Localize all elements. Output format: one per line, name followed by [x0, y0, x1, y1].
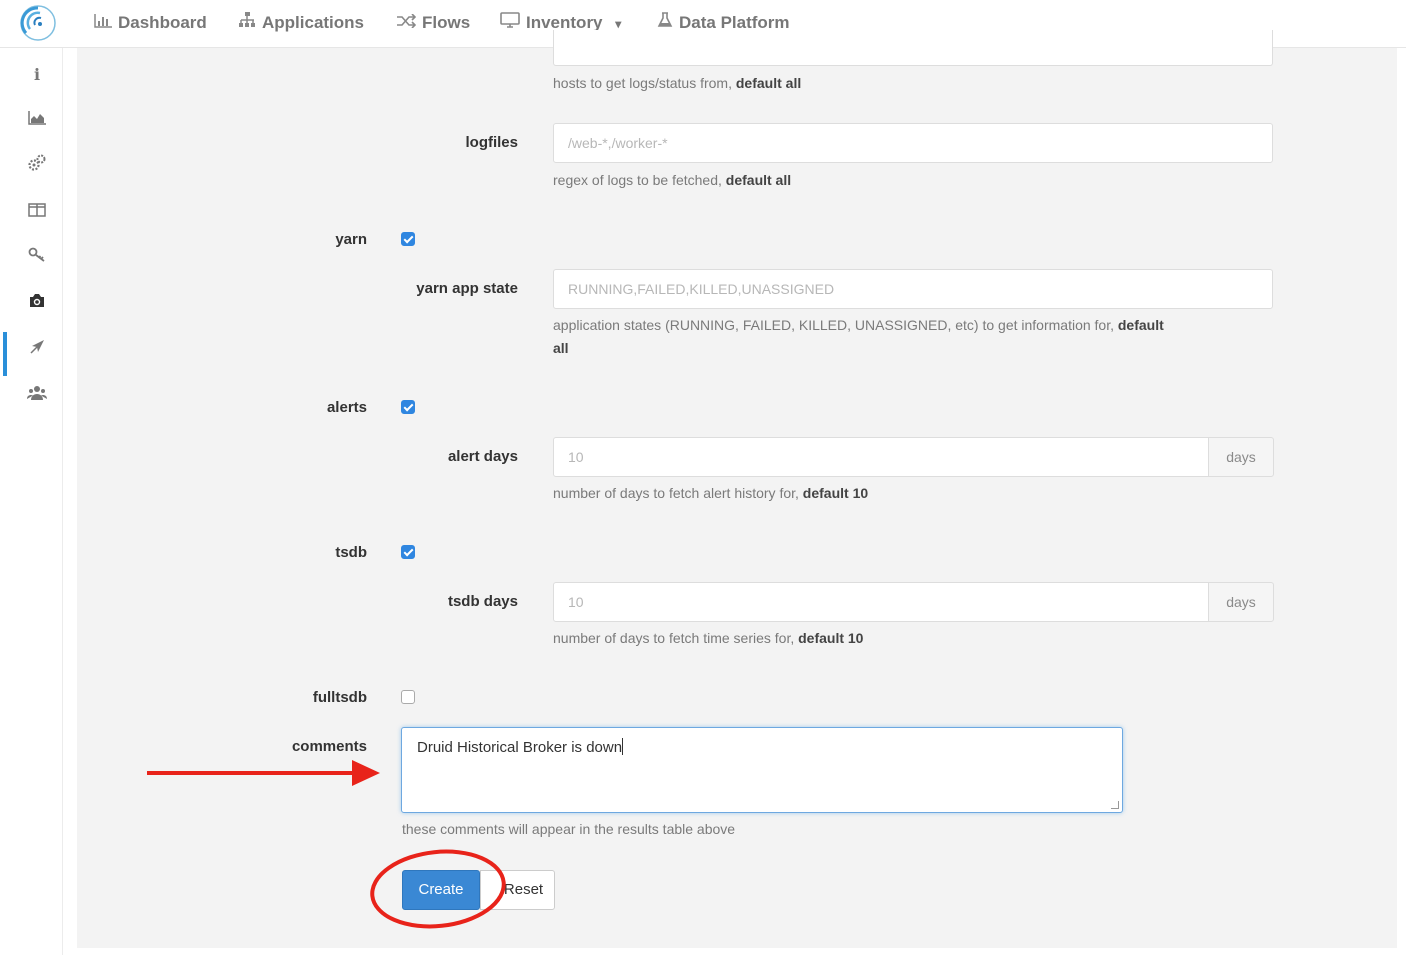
chevron-down-icon: ▾	[615, 17, 622, 31]
comments-help: these comments will appear in the result…	[402, 821, 736, 837]
alerts-checkbox[interactable]	[401, 400, 415, 414]
tsdb-days-label: tsdb days	[447, 593, 518, 610]
cogs-icon[interactable]	[22, 154, 52, 180]
comments-textarea[interactable]: Druid Historical Broker is down	[401, 727, 1123, 813]
create-button[interactable]: Create	[402, 870, 480, 910]
alert-days-input[interactable]: 10	[553, 437, 1209, 477]
comments-label: comments	[291, 738, 367, 755]
reset-button[interactable]: Reset	[480, 870, 555, 910]
nav-applications[interactable]: Applications	[238, 10, 364, 36]
logfiles-label: logfiles	[465, 134, 518, 151]
text-caret	[622, 738, 624, 755]
random-icon	[396, 10, 417, 36]
alert-days-help: number of days to fetch alert history fo…	[553, 485, 869, 501]
alert-days-addon: days	[1208, 437, 1274, 477]
nav-applications-label: Applications	[262, 13, 365, 32]
nav-dashboard[interactable]: Dashboard	[94, 10, 207, 36]
yarn-app-state-label: yarn app state	[416, 280, 518, 297]
camera-icon[interactable]	[22, 292, 52, 318]
logfiles-help: regex of logs to be fetched, default all	[553, 172, 792, 188]
alerts-label: alerts	[326, 399, 367, 416]
hosts-input[interactable]	[553, 30, 1273, 66]
rocket-icon[interactable]	[22, 338, 52, 364]
tsdb-checkbox[interactable]	[401, 545, 415, 559]
users-icon[interactable]	[22, 384, 52, 410]
yarn-label: yarn	[335, 231, 367, 248]
key-icon[interactable]	[22, 246, 52, 272]
tsdb-label: tsdb	[335, 544, 367, 561]
sitemap-icon	[238, 10, 256, 36]
resize-grip-icon[interactable]	[1111, 801, 1119, 809]
logfiles-input[interactable]: /web-*,/worker-*	[553, 123, 1273, 163]
alert-days-label: alert days	[447, 448, 518, 465]
fulltsdb-label: fulltsdb	[312, 689, 367, 706]
sidebar-active-indicator	[3, 332, 7, 376]
yarn-app-state-input[interactable]: RUNNING,FAILED,KILLED,UNASSIGNED	[553, 269, 1273, 309]
area-chart-icon[interactable]	[22, 108, 52, 134]
hosts-help: hosts to get logs/status from, default a…	[553, 75, 802, 91]
bar-chart-icon	[94, 10, 112, 36]
nav-flows-label: Flows	[422, 13, 471, 32]
nav-dashboard-label: Dashboard	[118, 13, 207, 32]
tsdb-days-help: number of days to fetch time series for,…	[553, 630, 864, 646]
nav-flows[interactable]: Flows	[396, 10, 470, 36]
yarn-checkbox[interactable]	[401, 232, 415, 246]
left-sidebar: i	[0, 48, 63, 955]
tsdb-days-addon: days	[1208, 582, 1274, 622]
desktop-icon	[500, 10, 520, 36]
yarn-app-state-help: application states (RUNNING, FAILED, KIL…	[553, 317, 1164, 333]
comments-value: Druid Historical Broker is down	[417, 739, 623, 756]
columns-icon[interactable]	[22, 200, 52, 226]
info-icon[interactable]: i	[22, 62, 52, 88]
logo-icon[interactable]	[18, 3, 58, 43]
yarn-app-state-help-2: all	[553, 340, 569, 356]
tsdb-days-input[interactable]: 10	[553, 582, 1209, 622]
fulltsdb-checkbox[interactable]	[401, 690, 415, 704]
